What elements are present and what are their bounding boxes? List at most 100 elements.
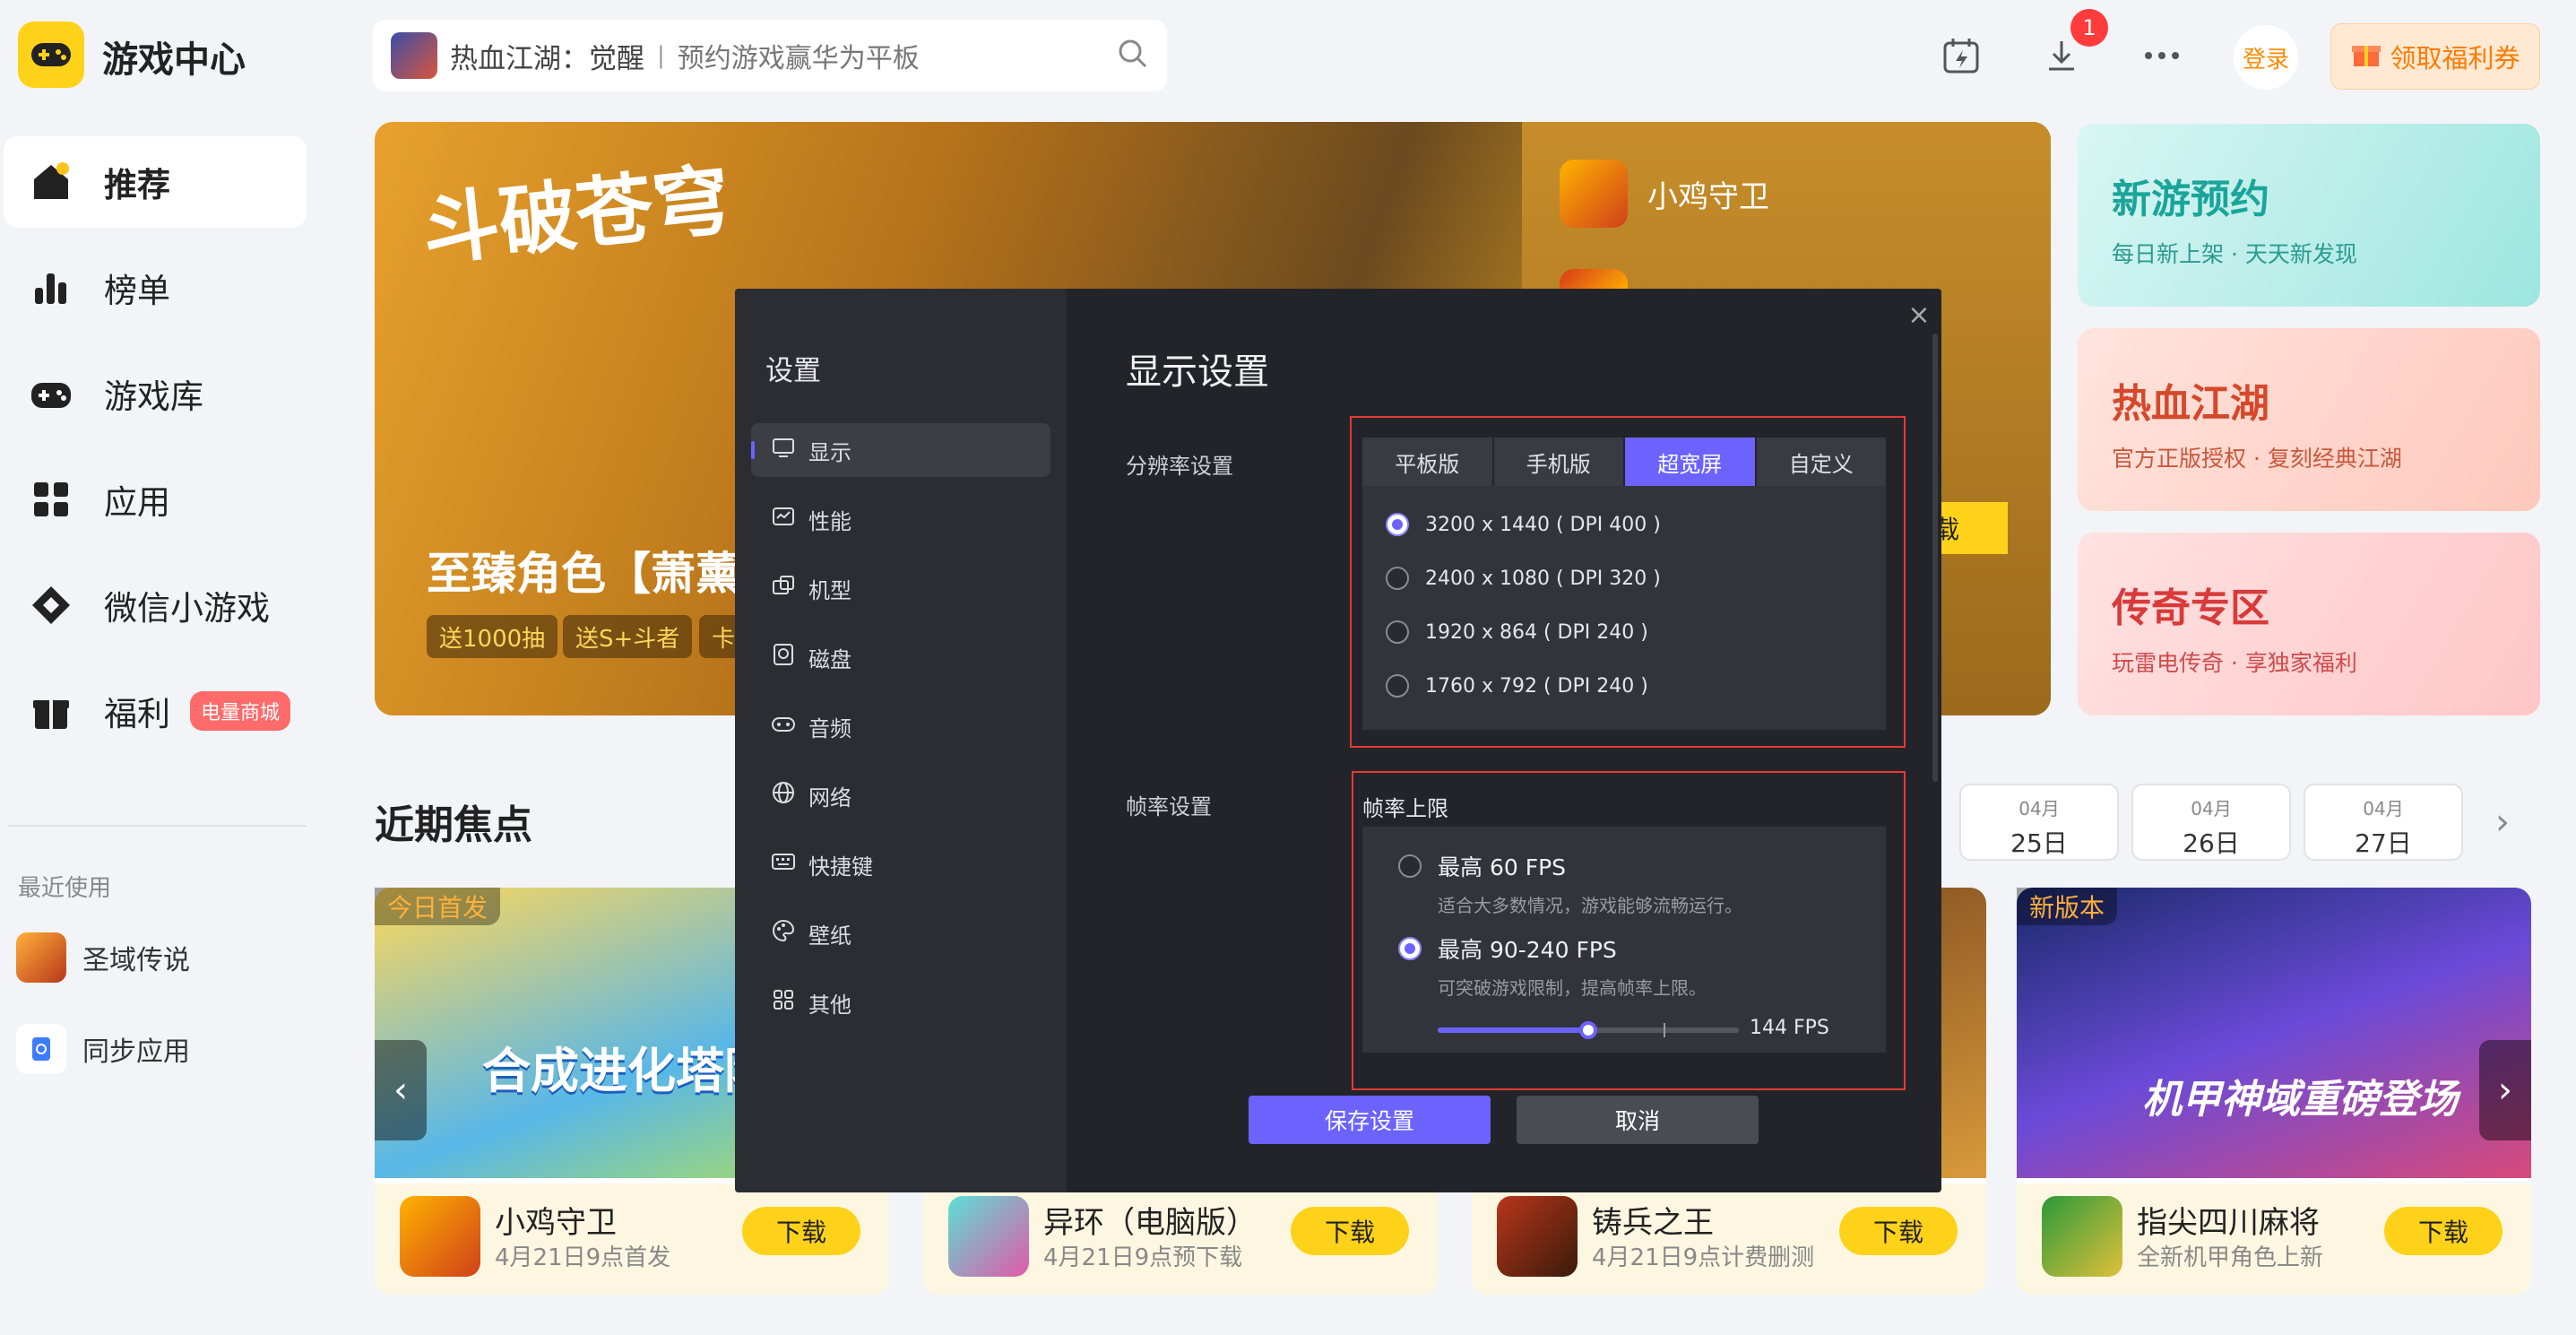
cancel-button[interactable]: 取消 [1517,1096,1759,1144]
card-tag: 新版本 [2017,888,2118,925]
fps-option-label: 最高 60 FPS [1438,854,1567,880]
app-logo [18,22,84,88]
settings-nav-display[interactable]: 显示 [751,423,1050,477]
promo-new-games[interactable]: 新游预约 每日新上架 · 天天新发现 [2078,124,2540,307]
radio-unselected[interactable] [1398,854,1422,878]
settings-nav-label: 显示 [808,439,851,465]
sidebar-item-recommend[interactable]: 推荐 [4,136,307,228]
settings-nav-network[interactable]: 网络 [751,768,1050,822]
card-game-name: 铸兵之王 [1592,1205,1714,1241]
card-game-name: 异环（电脑版） [1043,1205,1257,1241]
settings-nav-label: 磁盘 [808,646,851,672]
promo-title: 新游预约 [2112,177,2269,222]
promo-legend[interactable]: 传奇专区 玩雷电传奇 · 享独家福利 [2078,533,2540,715]
date-month: 04月 [2191,798,2232,819]
date-day: 25日 [2010,828,2068,858]
resolution-option[interactable]: 1920 x 864 ( DPI 240 ) [1386,620,1648,644]
recent-game-icon [16,932,66,983]
coupon-label: 领取福利券 [2390,43,2520,74]
resolution-option-label: 3200 x 1440 ( DPI 400 ) [1425,513,1661,536]
close-icon[interactable]: × [1906,299,1932,331]
settings-nav-shortcuts[interactable]: 快捷键 [751,837,1050,891]
settings-nav-performance[interactable]: 性能 [751,492,1050,546]
date-tab[interactable]: 04月 26日 [2131,784,2291,861]
promo-rexue[interactable]: 热血江湖 官方正版授权 · 复刻经典江湖 [2078,328,2540,511]
date-tab[interactable]: 04月 27日 [2304,784,2463,861]
game-icon [400,1196,480,1277]
radio-unselected[interactable] [1386,674,1409,698]
card-subtitle: 4月21日9点首发 [495,1244,671,1271]
card-tag: 今日首发 [375,888,501,925]
tab-custom[interactable]: 自定义 [1756,438,1886,486]
tab-phone[interactable]: 手机版 [1493,438,1623,486]
sidebar-item-label: 榜单 [104,272,170,310]
sidebar-item-label: 游戏库 [104,377,203,416]
radio-selected[interactable] [1398,937,1422,960]
settings-nav-other[interactable]: 其他 [751,975,1050,1029]
device-icon [771,573,796,603]
search-icon[interactable] [1117,38,1149,74]
radio-unselected[interactable] [1386,567,1409,590]
card-download-button[interactable]: 下载 [1291,1207,1409,1255]
carousel-prev-button[interactable]: ‹ [375,1040,427,1140]
resolution-option[interactable]: 3200 x 1440 ( DPI 400 ) [1386,513,1661,536]
card-download-button[interactable]: 下载 [2384,1207,2503,1255]
date-day: 27日 [2355,828,2412,858]
sidebar-item-game-library[interactable]: 游戏库 [4,348,307,439]
settings-nav-wallpaper[interactable]: 壁纸 [751,906,1050,960]
fps-heading: 帧率上限 [1362,796,1448,821]
coupon-button[interactable]: 领取福利券 [2330,23,2540,90]
sidebar-item-wechat-games[interactable]: 微信小游戏 [4,559,307,651]
sidebar-item-apps[interactable]: 应用 [4,454,307,545]
banner-side-game[interactable]: 小鸡守卫 [1560,160,1769,228]
promo-subtitle: 玩雷电传奇 · 享独家福利 [2112,650,2357,676]
date-tab[interactable]: 04月 25日 [1959,784,2119,861]
download-count-badge: 1 [2070,9,2108,47]
resolution-option[interactable]: 2400 x 1080 ( DPI 320 ) [1386,567,1661,590]
fps-option-description: 可突破游戏限制，提高帧率上限。 [1438,977,1707,999]
settings-nav-device[interactable]: 机型 [751,561,1050,615]
search-placeholder: 预约游戏赢华为平板 [677,43,920,74]
resolution-option[interactable]: 1760 x 792 ( DPI 240 ) [1386,674,1648,698]
game-icon [948,1196,1029,1277]
scrollbar[interactable] [1932,334,1938,782]
tab-tablet[interactable]: 平板版 [1362,438,1492,486]
card-download-button[interactable]: 下载 [1839,1207,1958,1255]
settings-nav-audio[interactable]: 音频 [751,699,1050,753]
banner-chip: 送S+斗者 [563,615,693,658]
card-info: 铸兵之王 4月21日9点计费删测 下载 [1472,1183,1986,1295]
settings-nav-disk[interactable]: 磁盘 [751,630,1050,684]
fps-option[interactable]: 最高 90-240 FPS [1398,932,1617,965]
promo-title: 热血江湖 [2112,381,2269,427]
login-button[interactable]: 登录 [2234,25,2298,90]
game-card[interactable]: 机甲神域重磅登场 指尖四川麻将 全新机甲角色上新 下载 [2017,888,2531,1295]
fps-value: 144 FPS [1750,1017,1829,1039]
more-icon[interactable] [2137,30,2187,81]
promo-subtitle: 每日新上架 · 天天新发现 [2112,241,2357,267]
gift-box-icon [2350,38,2382,76]
save-button[interactable]: 保存设置 [1249,1096,1491,1144]
carousel-next-button[interactable]: › [2479,1040,2531,1140]
date-day: 26日 [2183,828,2240,858]
resolution-options: 3200 x 1440 ( DPI 400 ) 2400 x 1080 ( DP… [1362,486,1886,730]
fps-slider[interactable] [1438,1021,1739,1039]
recent-item-label: 同步应用 [82,1036,190,1068]
resolution-option-label: 1920 x 864 ( DPI 240 ) [1425,620,1648,644]
recent-item[interactable]: 同步应用 [16,1022,190,1076]
chevron-right-icon[interactable]: › [2495,802,2510,843]
recent-item[interactable]: 圣域传说 [16,931,190,984]
search-bar[interactable]: 热血江湖：觉醒 | 预约游戏赢华为平板 [373,20,1167,91]
fps-slider-knob[interactable] [1579,1021,1597,1039]
radio-selected[interactable] [1386,513,1409,536]
fps-options: 最高 60 FPS 适合大多数情况，游戏能够流畅运行。 最高 90-240 FP… [1362,827,1886,1053]
card-download-button[interactable]: 下载 [742,1207,860,1255]
sidebar-item-rankings[interactable]: 榜单 [4,242,307,334]
sidebar-item-benefits[interactable]: 福利 电量商城 [4,665,307,757]
tab-ultrawide[interactable]: 超宽屏 [1625,438,1755,486]
grid-icon [771,987,796,1018]
radio-unselected[interactable] [1386,620,1409,644]
gift-icon [27,687,75,735]
fps-option[interactable]: 最高 60 FPS [1398,850,1566,882]
resolution-option-label: 2400 x 1080 ( DPI 320 ) [1425,567,1661,590]
calendar-icon[interactable] [1936,30,1986,81]
